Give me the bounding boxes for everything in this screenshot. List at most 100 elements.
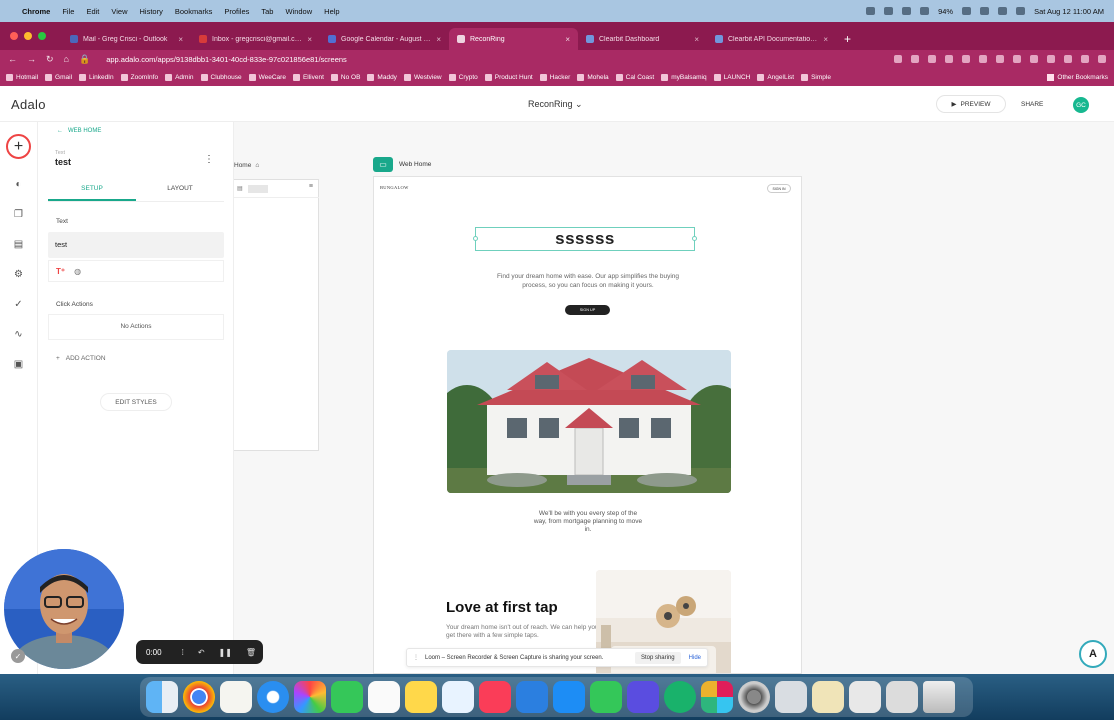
bookmark-item[interactable]: LinkedIn (79, 73, 114, 81)
reminders-icon[interactable] (368, 681, 400, 713)
screen-label-web-home[interactable]: ▭ Web Home (373, 157, 431, 172)
tab-calendar[interactable]: Google Calendar - August 2023 × (320, 28, 449, 50)
slack-icon[interactable] (701, 681, 733, 713)
puzzle-icon[interactable] (1047, 55, 1055, 63)
battery-icon[interactable] (962, 7, 972, 15)
menu-app[interactable]: Chrome (22, 7, 50, 16)
bookmark-item[interactable]: ZoomInfo (120, 73, 158, 81)
extension-icon[interactable] (996, 55, 1004, 63)
menu-history[interactable]: History (140, 7, 163, 16)
cast-icon[interactable] (911, 55, 919, 63)
selection-box[interactable] (473, 227, 697, 251)
tab-reconring[interactable]: ReconRing × (449, 28, 578, 50)
facetime-icon[interactable] (331, 681, 363, 713)
back-to-screen-link[interactable]: ← WEB HOME (57, 128, 101, 134)
kebab-icon[interactable] (1098, 55, 1106, 63)
menu-bookmarks[interactable]: Bookmarks (175, 7, 213, 16)
freeform-icon[interactable] (442, 681, 474, 713)
menu-edit[interactable]: Edit (86, 7, 99, 16)
stickies-icon[interactable] (405, 681, 437, 713)
trash-icon[interactable]: 🗑 (246, 648, 256, 657)
safari-icon[interactable] (257, 681, 289, 713)
bookmark-item[interactable]: Westview (403, 73, 442, 81)
bookmark-item[interactable]: Gmail (45, 73, 72, 81)
signin-button[interactable]: SIGN IN (767, 184, 791, 193)
gear-icon[interactable]: ⚙ (13, 269, 24, 280)
window-thumbnail[interactable] (849, 681, 881, 713)
finder-icon[interactable] (146, 681, 178, 713)
menu-view[interactable]: View (111, 7, 127, 16)
photos-icon[interactable] (294, 681, 326, 713)
tab-setup[interactable]: SETUP (48, 182, 136, 201)
love-subtext[interactable]: Your dream home isn't out of reach. We c… (446, 624, 606, 640)
bookmark-item[interactable]: No OB (330, 73, 360, 81)
extension-icon[interactable] (979, 55, 987, 63)
signup-button[interactable]: SIGN UP (565, 305, 610, 315)
resize-handle-right[interactable] (692, 236, 697, 241)
record-icon[interactable] (884, 7, 894, 15)
edit-styles-button[interactable]: EDIT STYLES (100, 393, 172, 411)
bookmark-item[interactable]: WeeCare (248, 73, 286, 81)
bookmark-item[interactable]: LAUNCH (713, 73, 750, 81)
tab-gmail[interactable]: Inbox - gregcrisci@gmail.com × (191, 28, 320, 50)
add-component-button[interactable]: + (6, 134, 31, 159)
close-icon[interactable]: × (823, 35, 828, 44)
kebab-icon[interactable]: ⋮ (204, 154, 214, 165)
steps-text[interactable]: We'll be with you every step of the way,… (532, 510, 644, 534)
bookmark-item[interactable]: Hacker (539, 73, 570, 81)
hide-button[interactable]: Hide (689, 655, 701, 661)
canvas[interactable]: Home ⌂ ▤ ≡ ▭ Web Home BUNGALOW SIGN IN ss… (234, 122, 1114, 674)
bookmark-item[interactable]: Simple (801, 73, 831, 81)
drag-handle-icon[interactable]: ⋮ (413, 654, 419, 661)
trash-icon[interactable] (923, 681, 955, 713)
help-button[interactable]: A (1079, 640, 1107, 668)
stop-sharing-button[interactable]: Stop sharing (634, 651, 681, 664)
clock[interactable]: Sat Aug 12 11:00 AM (1034, 7, 1104, 16)
resize-handle-left[interactable] (473, 236, 478, 241)
screen-home[interactable]: ▤ ≡ (234, 179, 319, 451)
control-center-icon[interactable] (1016, 7, 1026, 15)
text-value-input[interactable]: test (48, 232, 224, 258)
preview-button[interactable]: ▶ PREVIEW (936, 95, 1006, 113)
bookmark-item[interactable]: AngelList (757, 73, 794, 81)
url-field[interactable]: app.adalo.com/apps/9138dbb1-3401-40cd-83… (100, 55, 884, 64)
box-app-icon[interactable] (627, 681, 659, 713)
screen-label-home[interactable]: Home ⌂ (234, 162, 259, 169)
bookmark-item[interactable]: Cal Coast (615, 73, 654, 81)
grid-icon[interactable]: ⁞ (182, 648, 184, 657)
bookmark-star-icon[interactable] (945, 55, 953, 63)
bookmark-item[interactable]: Mohela (577, 73, 609, 81)
analytics-icon[interactable]: ∿ (13, 329, 24, 340)
close-window-button[interactable] (10, 32, 18, 40)
adalo-logo[interactable]: Adalo (11, 97, 46, 112)
grid-icon[interactable] (902, 7, 912, 15)
undo-icon[interactable]: ↶ (198, 648, 205, 657)
extension-icon[interactable] (1030, 55, 1038, 63)
palette-icon[interactable]: ◍ (74, 267, 81, 276)
hero-subtext[interactable]: Find your dream home with ease. Our app … (488, 273, 688, 290)
bookmark-item[interactable]: Admin (165, 73, 194, 81)
preview-icon[interactable] (775, 681, 807, 713)
add-action-button[interactable]: + ADD ACTION (56, 355, 106, 362)
menu-window[interactable]: Window (285, 7, 312, 16)
menu-file[interactable]: File (62, 7, 74, 16)
house-image[interactable] (447, 350, 731, 493)
search-icon[interactable] (998, 7, 1008, 15)
brand-logo[interactable]: BUNGALOW (380, 185, 409, 190)
wifi-icon[interactable] (980, 7, 990, 15)
close-icon[interactable]: × (178, 35, 183, 44)
menu-help[interactable]: Help (324, 7, 339, 16)
tab-clearbit-dashboard[interactable]: Clearbit Dashboard × (578, 28, 707, 50)
bookmark-item[interactable]: Ellivent (292, 73, 324, 81)
bookmark-item[interactable]: Crypto (448, 73, 478, 81)
screen-web-home[interactable]: BUNGALOW SIGN IN ssssss Find your dream … (373, 176, 802, 674)
extension-icon[interactable] (1013, 55, 1021, 63)
chrome-icon[interactable] (183, 681, 215, 713)
forward-icon[interactable]: → (27, 54, 36, 64)
screens-icon[interactable]: ❐ (13, 209, 24, 220)
bookmark-item[interactable]: Product Hunt (484, 73, 533, 81)
bookmark-item[interactable]: myBalsamiq (661, 73, 707, 81)
mic-icon[interactable] (866, 7, 876, 15)
checkmark-icon[interactable]: ✓ (11, 649, 25, 663)
app-switcher[interactable]: ReconRing ⌄ (528, 99, 583, 110)
